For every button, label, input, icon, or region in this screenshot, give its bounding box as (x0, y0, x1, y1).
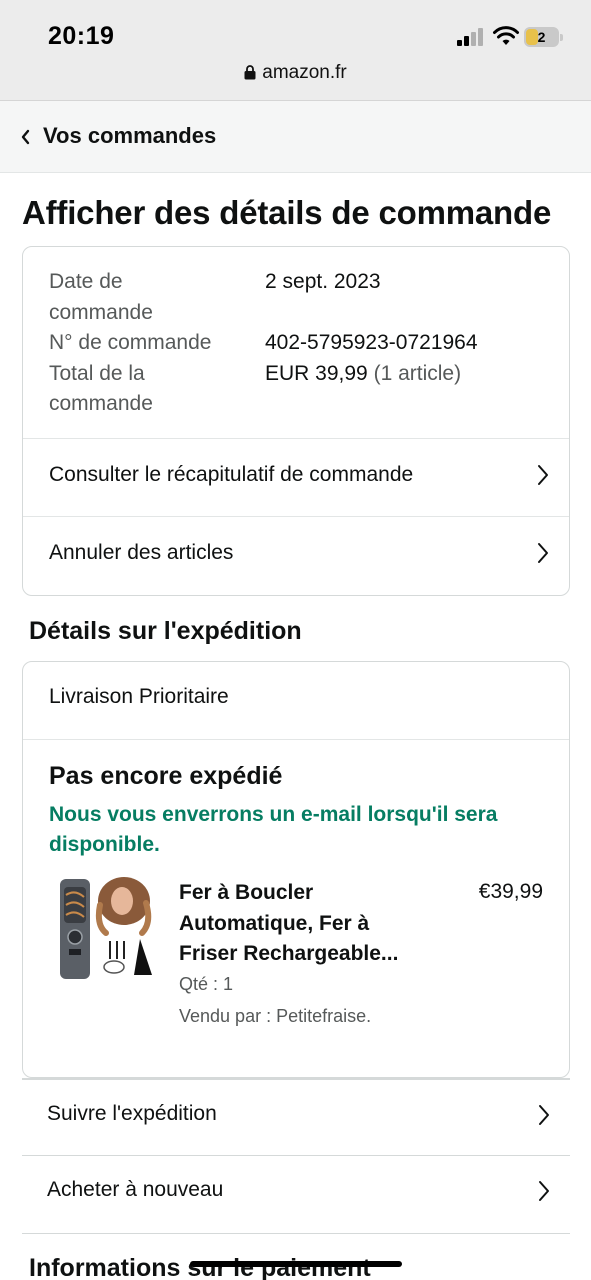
shipment-message: Nous vous enverrons un e-mail lorsqu'il … (49, 803, 498, 856)
order-summary-card: Date de commande 2 sept. 2023 N° de comman… (22, 246, 570, 596)
cellular-signal-icon (457, 28, 485, 46)
shipment-card: Livraison Prioritaire Pas encore expédié… (22, 661, 570, 1078)
home-indicator[interactable] (190, 1261, 402, 1267)
buy-again-link[interactable]: Acheter à nouveau (22, 1156, 570, 1234)
product-quantity: Qté : 1 (179, 974, 234, 994)
shipping-method: Livraison Prioritaire (49, 685, 229, 708)
order-item-count: (1 article) (373, 361, 462, 385)
chevron-left-icon (21, 129, 30, 145)
order-date-value: 2 sept. 2023 (265, 270, 381, 293)
order-total-value: EUR 39,99 (1 article) (265, 361, 462, 385)
lock-icon (244, 65, 256, 80)
url-text: amazon.fr (262, 62, 347, 83)
page-title: Afficher des détails de commande (22, 194, 552, 231)
order-info: Date de commande 2 sept. 2023 N° de comman… (49, 267, 549, 420)
order-recap-label: Consulter le récapitulatif de commande (49, 463, 414, 486)
order-total-label: Total de la commande (49, 361, 153, 416)
product-image[interactable] (56, 875, 156, 985)
chevron-right-icon (539, 1105, 549, 1125)
cancel-items-link[interactable]: Annuler des articles (23, 517, 569, 595)
order-date-label: Date de commande (49, 270, 153, 324)
order-recap-link[interactable]: Consulter le récapitulatif de commande (23, 439, 569, 517)
payment-section-title: Informations sur le paiement (29, 1254, 371, 1280)
shipping-section-title: Détails sur l'expédition (29, 617, 302, 645)
order-number-value: 402-5795923-0721964 (265, 331, 478, 354)
product-seller: Vendu par : Petitefraise. (179, 1006, 372, 1026)
product-price: €39,99 (478, 880, 543, 903)
status-time: 20:19 (48, 22, 115, 50)
back-to-orders-link[interactable]: Vos commandes (0, 101, 591, 173)
buy-again-label: Acheter à nouveau (47, 1178, 224, 1201)
chevron-right-icon (538, 543, 548, 563)
browser-top-bar: 20:19 2 amazon.fr (0, 0, 591, 101)
track-shipment-link[interactable]: Suivre l'expédition (22, 1078, 570, 1156)
product-title-link[interactable]: Fer à Boucler Automatique, Fer à Friser … (179, 878, 429, 970)
order-number-label: N° de commande (49, 331, 212, 354)
track-shipment-label: Suivre l'expédition (47, 1102, 217, 1125)
shipment-status: Pas encore expédié (49, 762, 283, 790)
battery-icon: 2 (524, 27, 564, 47)
chevron-right-icon (538, 465, 548, 485)
wifi-icon (493, 26, 519, 45)
divider (23, 739, 569, 740)
address-bar[interactable]: amazon.fr (0, 62, 591, 84)
cancel-items-label: Annuler des articles (49, 541, 234, 564)
back-label: Vos commandes (43, 123, 217, 148)
chevron-right-icon (539, 1181, 549, 1201)
